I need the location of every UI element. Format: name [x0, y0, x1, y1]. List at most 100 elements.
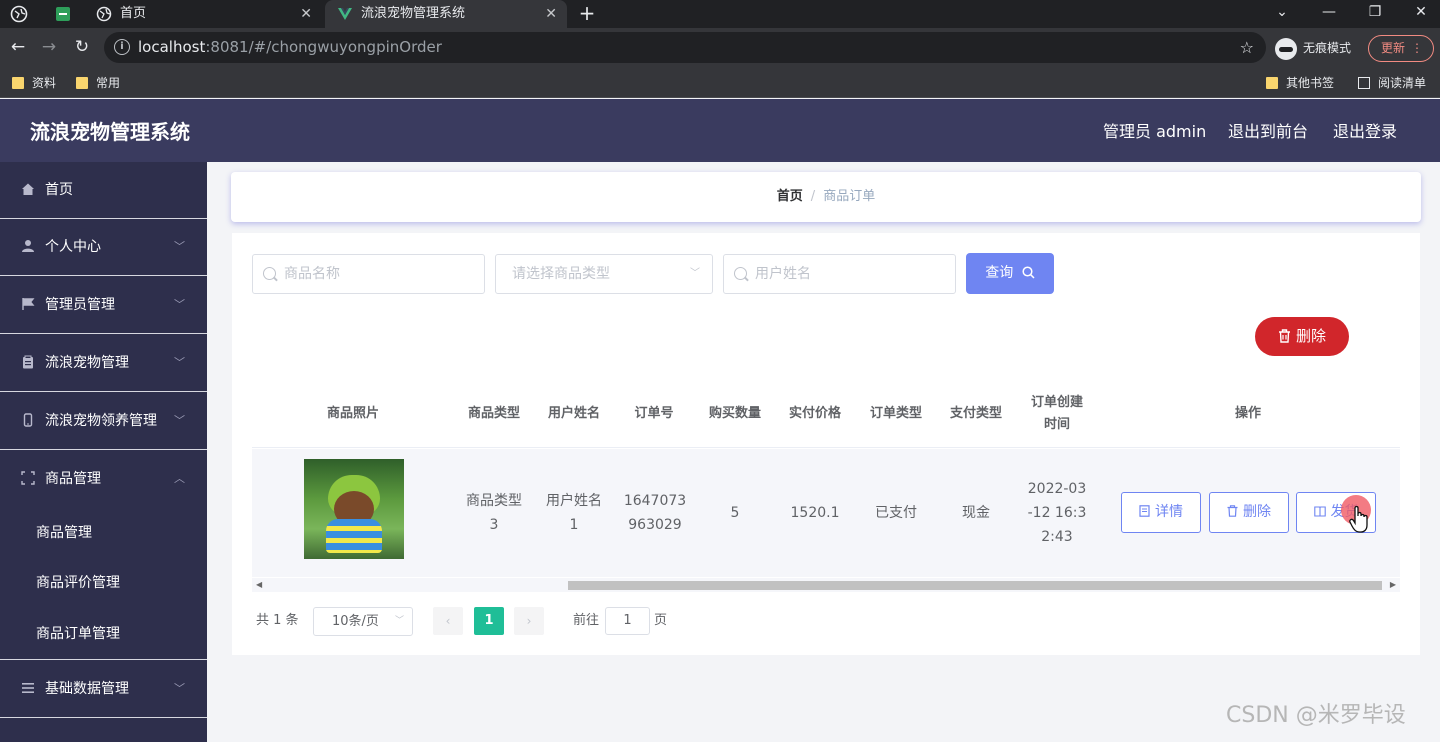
sidebar-item-admin[interactable]: 管理员管理 ﹀ [0, 277, 207, 334]
column-header: 商品照片 [326, 406, 379, 421]
cell-created-time: 2022-03-12 16:32:43 [1027, 481, 1087, 545]
user-name-input[interactable]: 用户姓名 [723, 254, 956, 294]
other-bookmarks[interactable]: 其他书签 [1266, 74, 1334, 92]
chevron-down-icon: ﹀ [394, 616, 404, 626]
sidebar-item-adoption[interactable]: 流浪宠物领养管理 ﹀ [0, 393, 207, 450]
next-page-button[interactable]: › [514, 607, 544, 635]
goods-photo[interactable] [304, 459, 404, 559]
close-icon[interactable]: ✕ [300, 0, 312, 28]
sidebar-subitem-goods-reviews[interactable]: 商品评价管理 [0, 558, 207, 608]
sidebar-item-stray-pets[interactable]: 流浪宠物管理 ﹀ [0, 335, 207, 392]
column-header: 购买数量 [708, 406, 761, 421]
chevron-down-icon: ﹀ [174, 414, 185, 427]
sidebar-item-goods[interactable]: 商品管理 ︿ [0, 451, 207, 508]
logout-link[interactable]: 退出登录 [1333, 99, 1397, 165]
search-icon [263, 267, 276, 280]
reload-icon[interactable]: ↻ [71, 36, 93, 58]
tab-home[interactable]: 首页 ✕ [84, 0, 322, 28]
column-header: 用户姓名 [547, 406, 600, 421]
globe-icon[interactable] [10, 5, 28, 23]
folder-icon [1266, 77, 1278, 89]
row-delete-button[interactable]: 删除 [1209, 492, 1289, 533]
tab-search-icon[interactable]: ⌄ [1259, 0, 1305, 24]
restore-icon[interactable]: ❐ [1352, 0, 1398, 24]
fullscreen-icon [21, 471, 35, 485]
goods-name-input[interactable]: 商品名称 [252, 254, 485, 294]
folder-icon [12, 77, 24, 89]
current-user[interactable]: 管理员 admin [1103, 99, 1206, 165]
watermark: CSDN @米罗毕设 [1226, 703, 1406, 728]
goods-type-select[interactable]: 请选择商品类型 ﹀ [495, 254, 713, 294]
document-icon [1139, 505, 1150, 517]
sidebar-subitem-goods-management[interactable]: 商品管理 [0, 508, 207, 558]
reading-list[interactable]: 阅读清单 [1358, 74, 1426, 92]
chevron-up-icon: ︿ [174, 472, 185, 485]
bookmark-folder[interactable]: 资料 [12, 74, 56, 92]
detail-button[interactable]: 详情 [1121, 492, 1201, 533]
cell-pay-type: 现金 [962, 505, 990, 521]
scroll-left-icon[interactable]: ◀ [256, 578, 262, 592]
close-icon[interactable]: ✕ [545, 0, 557, 28]
browser-tab-bar: 首页 ✕ 流浪宠物管理系统 ✕ + ⌄ — ❐ ✕ [0, 0, 1440, 28]
bookmark-folder[interactable]: 常用 [76, 74, 120, 92]
search-icon [1022, 266, 1035, 279]
horizontal-scrollbar[interactable]: ◀ ▶ [252, 578, 1400, 592]
tab-app[interactable]: 流浪宠物管理系统 ✕ [325, 0, 567, 28]
query-button[interactable]: 查询 [966, 253, 1054, 294]
user-icon [22, 240, 34, 252]
cell-goods-type: 商品类型3 [466, 493, 522, 533]
scrollbar-thumb[interactable] [568, 581, 1382, 590]
close-window-icon[interactable]: ✕ [1398, 0, 1440, 24]
prev-page-button[interactable]: ‹ [433, 607, 463, 635]
incognito-icon [1275, 37, 1297, 60]
globe-icon [96, 6, 112, 22]
cell-user-name: 用户姓名1 [546, 493, 602, 533]
bookmark-star-icon[interactable]: ☆ [1240, 32, 1254, 63]
breadcrumb-home[interactable]: 首页 [777, 189, 803, 204]
forward-icon[interactable]: → [38, 36, 60, 58]
trash-icon [1278, 329, 1290, 343]
cell-quantity: 5 [730, 505, 740, 521]
chevron-down-icon: ﹀ [174, 240, 185, 253]
incognito-indicator[interactable]: 无痕模式 [1275, 36, 1351, 60]
address-bar[interactable]: i localhost:8081/#/chongwuyongpinOrder ☆ [104, 32, 1266, 63]
page-size-select[interactable]: 10条/页 ﹀ [313, 607, 413, 636]
sidebar-item-home[interactable]: 首页 [0, 162, 207, 219]
column-header: 支付类型 [949, 406, 1002, 421]
app-tab-icon[interactable] [54, 5, 72, 23]
book-icon [1313, 506, 1326, 517]
tab-title: 首页 [120, 6, 147, 21]
cell-order-no: 1647073963029 [623, 493, 687, 533]
back-icon[interactable]: ← [7, 36, 29, 58]
sidebar-item-personal-center[interactable]: 个人中心 ﹀ [0, 219, 207, 276]
vue-logo-icon [338, 8, 352, 20]
chevron-down-icon: ﹀ [174, 356, 185, 369]
page-number-current[interactable]: 1 [474, 607, 504, 635]
table-row[interactable]: 商品类型3 用户姓名1 1647073963029 5 1520.1 已支付 现… [252, 449, 1400, 577]
list-icon [22, 683, 34, 693]
info-icon[interactable]: i [114, 39, 130, 55]
chevron-down-icon: ﹀ [174, 682, 185, 695]
sidebar-subitem-goods-orders[interactable]: 商品订单管理 [0, 609, 207, 660]
clipboard-icon [23, 355, 33, 369]
scroll-right-icon[interactable]: ▶ [1390, 578, 1396, 592]
exit-to-front-link[interactable]: 退出到前台 [1228, 99, 1308, 165]
pagination-total: 共 1 条 [256, 613, 299, 628]
url-text[interactable]: localhost:8081/#/chongwuyongpinOrder [138, 32, 442, 63]
update-button[interactable]: 更新 ⋮ [1368, 35, 1434, 62]
column-header: 订单创建时间 [1030, 395, 1083, 432]
goto-page-input[interactable]: 1 [605, 607, 650, 635]
sidebar-item-basic-data[interactable]: 基础数据管理 ﹀ [0, 661, 207, 718]
tab-title: 流浪宠物管理系统 [361, 6, 466, 21]
chevron-down-icon: ﹀ [690, 268, 700, 279]
minimize-icon[interactable]: — [1306, 0, 1352, 24]
app-title: 流浪宠物管理系统 [30, 120, 190, 144]
column-header: 订单类型 [869, 406, 922, 421]
trash-icon [1227, 505, 1238, 517]
column-header: 订单号 [634, 406, 674, 421]
batch-delete-button[interactable]: 删除 [1255, 317, 1349, 356]
table-header: 商品照片 商品类型 用户姓名 订单号 购买数量 实付价格 订单类型 支付类型 订… [252, 380, 1400, 448]
new-tab-button[interactable]: + [576, 0, 598, 26]
more-menu-icon[interactable]: ⋮ [1411, 36, 1423, 61]
cell-price: 1520.1 [790, 505, 840, 521]
